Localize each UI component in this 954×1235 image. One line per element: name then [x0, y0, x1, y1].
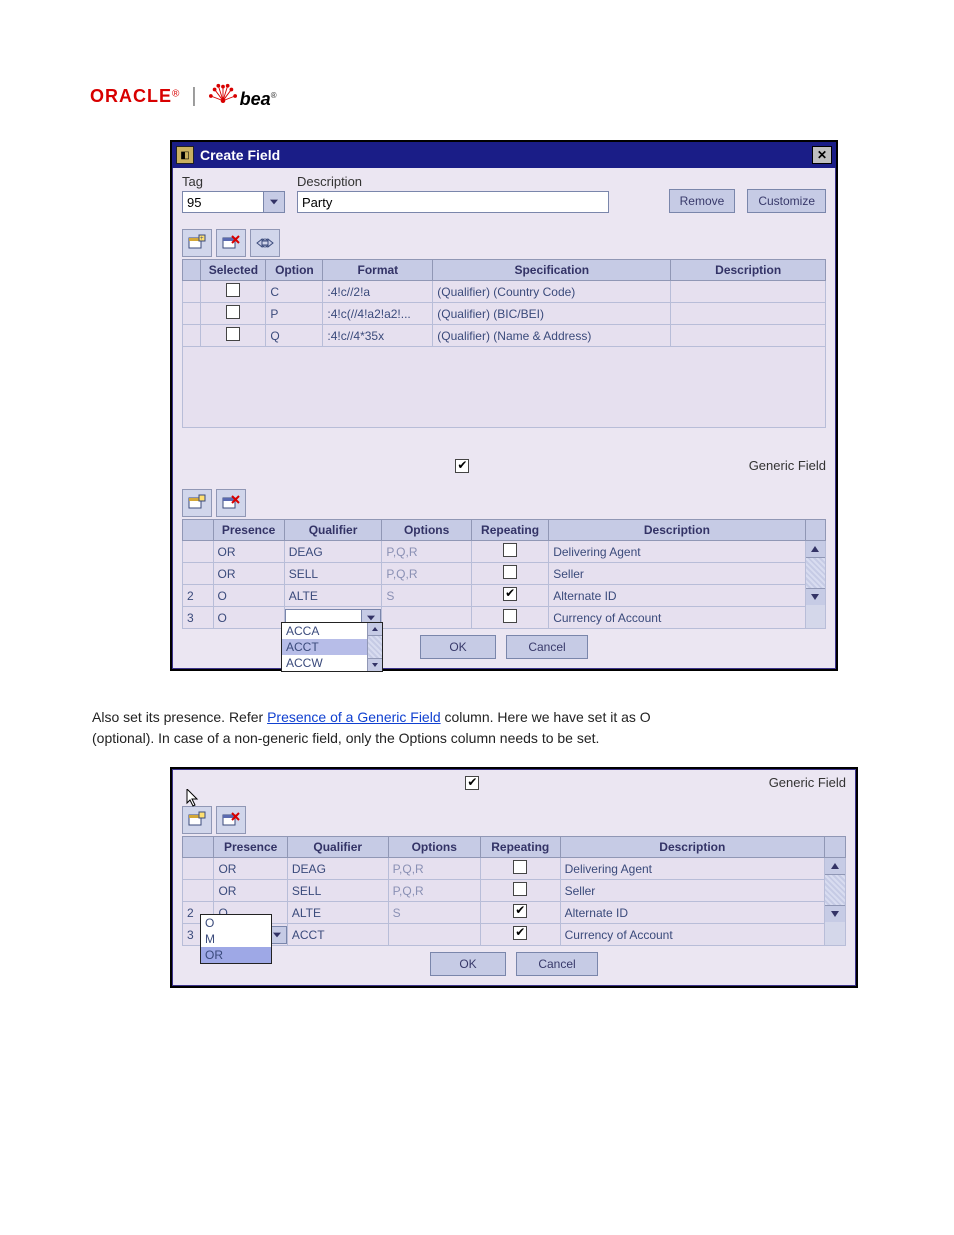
- brand-row: ORACLE® | bea®: [90, 82, 277, 110]
- selected-checkbox[interactable]: [226, 327, 240, 341]
- add-row-icon[interactable]: [182, 806, 212, 834]
- dialog-app-icon: ◧: [176, 146, 194, 164]
- create-field-dialog: ◧ Create Field ✕ Tag: [170, 140, 838, 671]
- bea-burst-icon: [209, 82, 237, 110]
- generic-field-label: Generic Field: [749, 458, 826, 473]
- scroll-up-icon[interactable]: [368, 623, 382, 636]
- repeating-checkbox[interactable]: [513, 860, 527, 874]
- scroll-up-icon[interactable]: [825, 858, 845, 875]
- repeating-checkbox[interactable]: [513, 926, 527, 940]
- table-row[interactable]: OR SELL P,Q,R Seller: [183, 880, 846, 902]
- brand-separator: |: [191, 85, 196, 108]
- presence-dropdown-list[interactable]: O M OR: [200, 914, 272, 964]
- dropdown-option[interactable]: M: [201, 931, 271, 947]
- dropdown-option[interactable]: ACCT: [282, 639, 367, 655]
- repeating-checkbox[interactable]: [513, 882, 527, 896]
- generic-field-panel: Generic Field Presence: [170, 767, 858, 988]
- table-row[interactable]: OR SELL P,Q,R Seller: [183, 563, 826, 585]
- ok-button[interactable]: OK: [420, 635, 496, 659]
- table-row[interactable]: Q :4!c//4*35x (Qualifier) (Name & Addres…: [183, 325, 826, 347]
- options-table: Selected Option Format Specification Des…: [182, 259, 826, 347]
- presence-link[interactable]: Presence of a Generic Field: [267, 709, 441, 725]
- generic-field-checkbox[interactable]: [455, 459, 469, 473]
- options-table-empty-area: [182, 347, 826, 428]
- cancel-button[interactable]: Cancel: [506, 635, 588, 659]
- repeating-checkbox[interactable]: [513, 904, 527, 918]
- customize-button[interactable]: Customize: [747, 189, 826, 213]
- table-row[interactable]: OR DEAG P,Q,R Delivering Agent: [183, 541, 826, 563]
- add-row-icon[interactable]: +: [182, 229, 212, 257]
- tag-input[interactable]: [182, 191, 263, 213]
- svg-text:+: +: [200, 236, 204, 242]
- repeating-checkbox[interactable]: [503, 587, 517, 601]
- table-row[interactable]: 2 O ALTE S Alternate ID: [183, 902, 846, 924]
- table-row[interactable]: 3 O Currency of Account: [183, 607, 826, 629]
- qualifiers-table: Presence Qualifier Options Repeating Des…: [182, 836, 846, 946]
- bea-text: bea®: [240, 89, 277, 110]
- table-row[interactable]: 3 ACCT Currency of Account: [183, 924, 846, 946]
- table-header-row: Selected Option Format Specification Des…: [183, 260, 826, 281]
- qualifiers-table: Presence Qualifier Options Repeating Des…: [182, 519, 826, 629]
- repeating-checkbox[interactable]: [503, 609, 517, 623]
- generic-field-checkbox[interactable]: [465, 776, 479, 790]
- swap-icon[interactable]: [250, 229, 280, 257]
- selected-checkbox[interactable]: [226, 305, 240, 319]
- repeating-checkbox[interactable]: [503, 565, 517, 579]
- qualifier-dropdown-list[interactable]: ACCA ACCT ACCW: [281, 622, 383, 672]
- remove-button[interactable]: Remove: [669, 189, 736, 213]
- dialog-title: Create Field: [200, 147, 812, 163]
- selected-checkbox[interactable]: [226, 283, 240, 297]
- cursor-icon: [186, 789, 200, 807]
- table-row[interactable]: OR DEAG P,Q,R Delivering Agent: [183, 858, 846, 880]
- bea-logo: bea®: [209, 82, 277, 110]
- scroll-down-icon[interactable]: [825, 905, 845, 922]
- delete-row-icon[interactable]: [216, 489, 246, 517]
- delete-row-icon[interactable]: [216, 229, 246, 257]
- table-row[interactable]: 2 O ALTE S Alternate ID: [183, 585, 826, 607]
- oracle-logo: ORACLE®: [90, 86, 179, 107]
- scroll-up-icon[interactable]: [806, 541, 825, 558]
- chevron-down-icon[interactable]: [263, 191, 285, 213]
- repeating-checkbox[interactable]: [503, 543, 517, 557]
- close-icon[interactable]: ✕: [812, 146, 832, 164]
- tag-label: Tag: [182, 174, 285, 189]
- description-input[interactable]: [297, 191, 609, 213]
- generic-field-label: Generic Field: [769, 775, 846, 790]
- add-row-icon[interactable]: [182, 489, 212, 517]
- table-row[interactable]: C :4!c//2!a (Qualifier) (Country Code): [183, 281, 826, 303]
- cancel-button[interactable]: Cancel: [516, 952, 598, 976]
- instruction-paragraph: Also set its presence. Refer Presence of…: [92, 707, 832, 749]
- dropdown-option[interactable]: ACCW: [282, 655, 367, 671]
- table-row[interactable]: P :4!c(//4!a2!a2!... (Qualifier) (BIC/BE…: [183, 303, 826, 325]
- delete-row-icon[interactable]: [216, 806, 246, 834]
- oracle-text: ORACLE: [90, 86, 172, 106]
- dropdown-option[interactable]: OR: [201, 947, 271, 963]
- table-header-row: Presence Qualifier Options Repeating Des…: [183, 520, 826, 541]
- dialog-title-bar: ◧ Create Field ✕: [172, 142, 836, 168]
- scroll-down-icon[interactable]: [368, 658, 382, 671]
- dropdown-option[interactable]: ACCA: [282, 623, 367, 639]
- description-label: Description: [297, 174, 609, 189]
- dropdown-option[interactable]: O: [201, 915, 271, 931]
- ok-button[interactable]: OK: [430, 952, 506, 976]
- tag-combobox[interactable]: [182, 191, 285, 213]
- table-header-row: Presence Qualifier Options Repeating Des…: [183, 837, 846, 858]
- scroll-down-icon[interactable]: [806, 588, 825, 605]
